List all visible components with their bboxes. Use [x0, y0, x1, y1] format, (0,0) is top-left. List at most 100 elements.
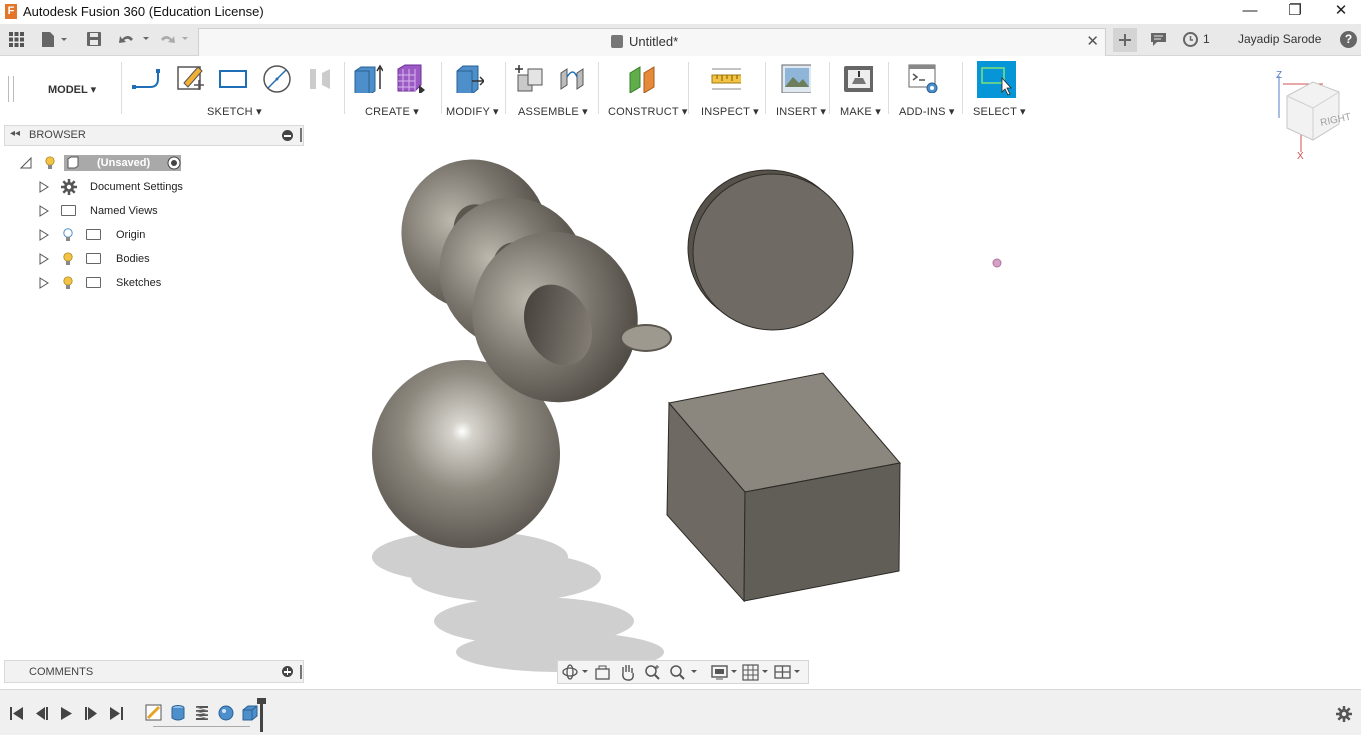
job-status-clock-icon[interactable]	[1183, 32, 1198, 47]
create-menu[interactable]: CREATE ▾	[365, 105, 419, 118]
browser-item-sketches[interactable]: Sketches	[38, 272, 172, 294]
help-icon[interactable]: ?	[1340, 31, 1357, 48]
canvas-viewport[interactable]	[310, 125, 1355, 685]
expand-triangle-icon[interactable]	[39, 181, 49, 193]
look-at-icon[interactable]	[594, 664, 611, 681]
user-account-menu[interactable]: Jayadip Sarode	[1238, 32, 1321, 46]
browser-item-document-settings[interactable]: Document Settings	[38, 176, 192, 198]
collapse-triangle-icon[interactable]	[20, 157, 32, 169]
add-comment-icon[interactable]	[282, 666, 293, 677]
zoom-icon[interactable]	[644, 664, 661, 681]
create-menu-label: CREATE	[365, 106, 411, 118]
construct-menu-label: CONSTRUCT	[608, 106, 679, 118]
visibility-bulb-icon[interactable]	[45, 156, 55, 170]
browser-header[interactable]: ◂◂ BROWSER	[4, 125, 304, 146]
browser-item-bodies[interactable]: Bodies	[38, 248, 153, 270]
comments-panel[interactable]: COMMENTS	[4, 660, 304, 683]
expand-triangle-icon[interactable]	[39, 277, 49, 289]
timeline-sphere-feature-icon[interactable]	[217, 704, 235, 722]
workspace-switcher[interactable]: MODEL ▾	[48, 83, 96, 96]
comments-bubble-icon[interactable]	[1150, 32, 1167, 47]
save-icon[interactable]	[87, 32, 101, 46]
viewports-icon[interactable]	[774, 664, 802, 681]
timeline-coil-feature-icon[interactable]	[193, 704, 211, 722]
grid-snaps-icon[interactable]	[742, 664, 770, 681]
rectangle-icon[interactable]	[218, 63, 248, 93]
go-to-end-icon[interactable]	[109, 706, 124, 721]
create-sketch-line-icon[interactable]	[132, 63, 162, 93]
disk-body[interactable]	[687, 169, 854, 331]
divider	[598, 62, 599, 114]
close-tab-icon[interactable]: ✕	[1086, 32, 1099, 50]
divider	[688, 62, 689, 114]
offset-plane-icon[interactable]	[628, 63, 658, 93]
assemble-menu[interactable]: ASSEMBLE ▾	[518, 105, 588, 118]
timeline-settings-gear-icon[interactable]	[1336, 706, 1352, 722]
redo-icon[interactable]	[160, 32, 192, 47]
select-menu[interactable]: SELECT ▾	[973, 105, 1026, 118]
fit-zoom-window-icon[interactable]	[669, 664, 699, 681]
press-pull-icon[interactable]	[454, 63, 484, 93]
modify-menu[interactable]: MODIFY ▾	[446, 105, 499, 118]
expand-triangle-icon[interactable]	[39, 205, 49, 217]
visibility-bulb-icon[interactable]	[63, 276, 73, 290]
insert-image-icon[interactable]	[781, 63, 811, 93]
activate-radio-icon[interactable]	[167, 156, 181, 170]
visibility-bulb-icon[interactable]	[63, 252, 73, 266]
insert-menu[interactable]: INSERT ▾	[776, 105, 826, 118]
comments-pin-icon[interactable]	[300, 665, 302, 679]
make-menu[interactable]: MAKE ▾	[840, 105, 881, 118]
orbit-icon[interactable]	[562, 664, 590, 681]
new-tab-button[interactable]	[1113, 28, 1137, 52]
undo-icon[interactable]	[118, 32, 150, 47]
form-icon[interactable]	[395, 63, 425, 93]
3d-print-icon[interactable]	[843, 63, 873, 93]
file-menu-icon[interactable]	[40, 31, 68, 48]
timeline-sketch-feature-icon[interactable]	[145, 704, 163, 722]
minimize-button[interactable]: —	[1227, 0, 1273, 24]
measure-icon[interactable]	[711, 63, 741, 93]
display-settings-icon[interactable]	[711, 664, 739, 681]
new-component-icon[interactable]	[514, 63, 544, 93]
stop-sketch-icon[interactable]	[304, 63, 334, 93]
sketch-point-marker[interactable]	[992, 258, 1002, 268]
timeline-marker[interactable]	[257, 698, 266, 732]
browser-pin-icon[interactable]	[300, 128, 302, 142]
create-sketch-icon[interactable]	[176, 63, 206, 93]
window-title: Autodesk Fusion 360 (Education License)	[23, 4, 264, 19]
select-menu-label: SELECT	[973, 106, 1017, 118]
collapse-browser-icon[interactable]: ◂◂	[10, 128, 20, 139]
step-back-icon[interactable]	[34, 706, 49, 721]
addins-menu[interactable]: ADD-INS ▾	[899, 105, 955, 118]
pan-hand-icon[interactable]	[619, 663, 636, 681]
go-to-start-icon[interactable]	[9, 706, 24, 721]
restore-button[interactable]: ❐	[1272, 0, 1318, 24]
divider	[505, 62, 506, 114]
construct-menu[interactable]: CONSTRUCT ▾	[608, 105, 688, 118]
expand-triangle-icon[interactable]	[39, 229, 49, 241]
play-icon[interactable]	[59, 706, 74, 721]
expand-triangle-icon[interactable]	[39, 253, 49, 265]
document-tab[interactable]: Untitled* ✕	[198, 28, 1106, 56]
browser-item-named-views[interactable]: Named Views	[38, 200, 166, 222]
timeline-box-feature-icon[interactable]	[241, 704, 259, 722]
root-component-chip[interactable]: (Unsaved)	[64, 155, 181, 171]
circle-icon[interactable]	[261, 63, 291, 93]
browser-item-origin[interactable]: Origin	[38, 224, 151, 246]
extrude-icon[interactable]	[353, 63, 383, 93]
step-forward-icon[interactable]	[84, 706, 99, 721]
toolbar-grip[interactable]	[8, 76, 14, 102]
browser-root-row[interactable]: (Unsaved)	[18, 152, 193, 174]
title-bar: F Autodesk Fusion 360 (Education License…	[0, 0, 1361, 24]
timeline-cylinder-feature-icon[interactable]	[169, 704, 187, 722]
joint-icon[interactable]	[557, 63, 587, 93]
visibility-bulb-off-icon[interactable]	[63, 228, 73, 242]
inspect-menu[interactable]: INSPECT ▾	[701, 105, 759, 118]
select-tool-button[interactable]	[977, 61, 1016, 98]
browser-minimize-icon[interactable]	[282, 130, 293, 141]
box-body[interactable]	[666, 372, 901, 603]
close-window-button[interactable]: ✕	[1318, 0, 1361, 24]
sketch-menu[interactable]: SKETCH ▾	[207, 105, 262, 118]
scripts-addins-icon[interactable]	[908, 63, 938, 93]
data-panel-grid-icon[interactable]	[9, 32, 24, 47]
